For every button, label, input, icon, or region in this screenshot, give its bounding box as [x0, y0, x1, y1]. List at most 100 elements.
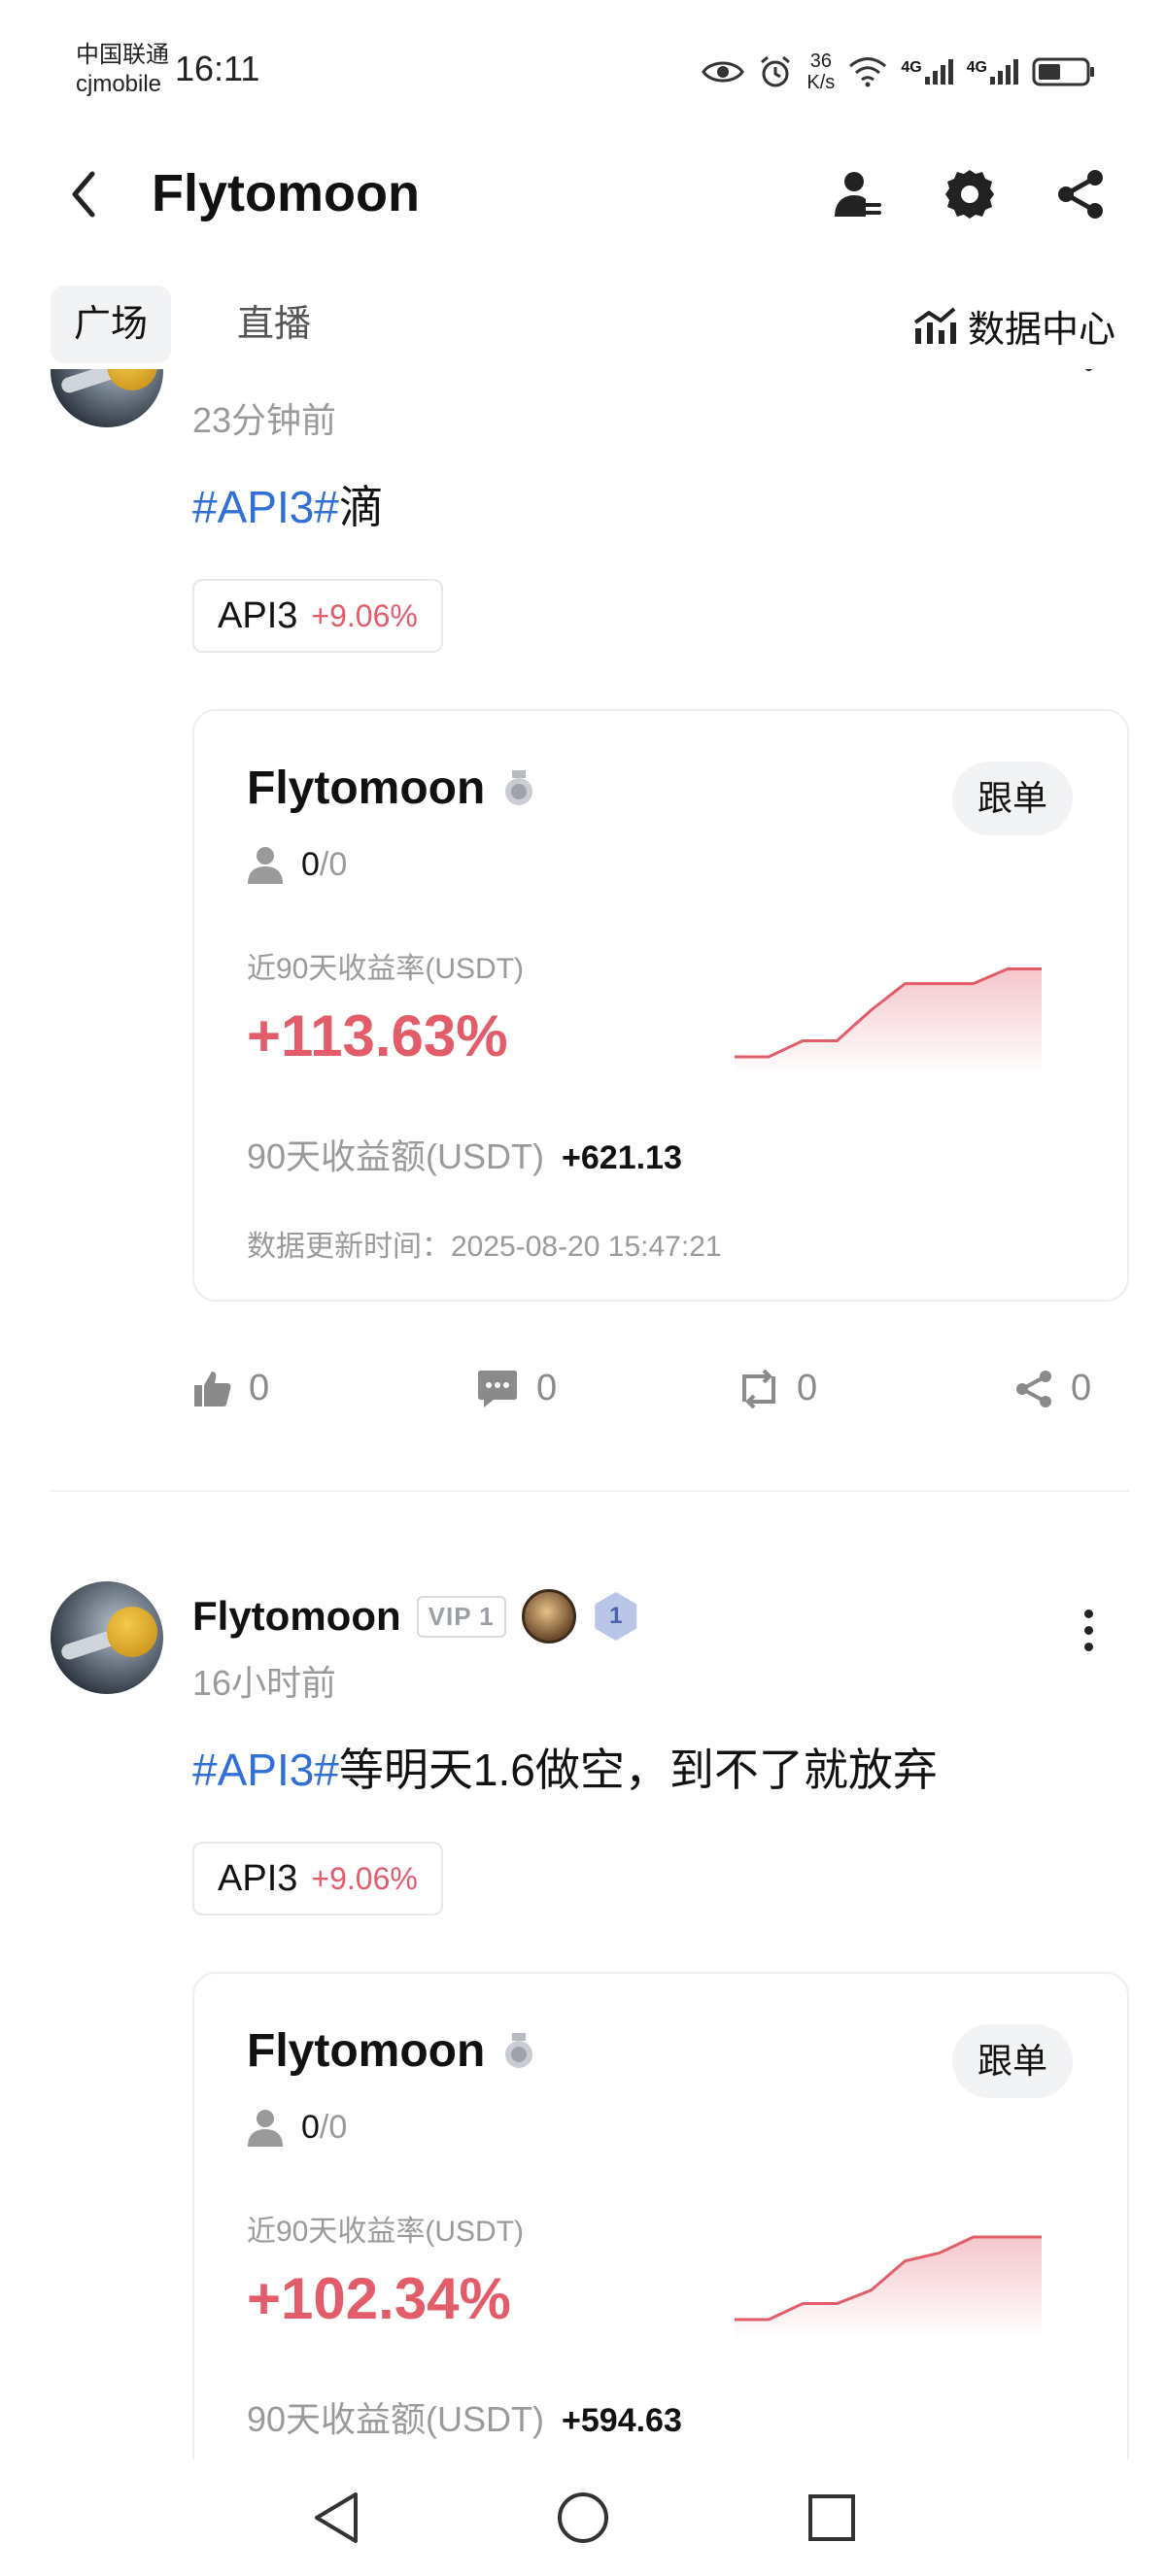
post-divider	[51, 1490, 1129, 1492]
user-manage-icon	[835, 172, 881, 217]
profit-amount-label: 90天收益额(USDT)	[247, 1136, 545, 1176]
avatar[interactable]	[51, 1581, 163, 1694]
tab-bar: 广场 直播 数据中心	[0, 282, 1166, 369]
copy-trade-card[interactable]: Flytomoon 跟单 0/0 近90天收益率(USDT) +113.63% …	[192, 709, 1129, 1302]
avatar[interactable]	[51, 369, 163, 427]
carrier-sub: cjmobile	[76, 71, 162, 97]
post-time: 16小时前	[192, 1663, 337, 1703]
person-icon	[248, 847, 283, 884]
wifi-icon	[849, 57, 887, 87]
hashtag-link[interactable]: #API3#	[192, 482, 339, 532]
update-time-label: 数据更新时间：	[247, 1231, 451, 1263]
username[interactable]: Flytomoon	[192, 1593, 401, 1640]
chart-icon	[913, 306, 956, 344]
return-rate-value: +113.63%	[247, 1003, 508, 1068]
followers-current: 0	[301, 845, 320, 883]
update-time-value: 2025-08-20 15:47:21	[451, 1231, 722, 1263]
carrier-label: 中国联通 cjmobile	[76, 41, 169, 99]
return-rate-label: 近90天收益率(USDT)	[247, 2216, 525, 2248]
signal-1-label: 4G	[901, 59, 922, 76]
profit-amount-value: +621.13	[562, 1139, 682, 1176]
post-text: 滴	[338, 482, 384, 532]
vip-badge: VIP 1	[416, 1595, 506, 1638]
signal-strength-2: 4G	[967, 59, 1018, 85]
hashtag-link[interactable]: #API3#	[192, 1745, 339, 1795]
thumbs-up-icon	[194, 1371, 231, 1407]
share-post-button[interactable]: 0	[1014, 1368, 1091, 1409]
trader-name-row: Flytomoon	[247, 2024, 535, 2078]
square-recents-icon	[808, 2494, 855, 2541]
level-badge: 1	[595, 1592, 637, 1641]
profit-amount-value: +594.63	[562, 2402, 682, 2439]
tab-square[interactable]: 广场	[51, 286, 172, 363]
user-manage-button[interactable]	[828, 163, 890, 225]
system-home-button[interactable]	[554, 2489, 612, 2547]
post-content: #API3#滴	[192, 472, 384, 536]
more-options-button[interactable]	[1069, 369, 1108, 379]
profit-sparkline	[735, 2235, 1042, 2339]
post-time: 23分钟前	[192, 400, 337, 440]
system-back-button[interactable]	[307, 2489, 365, 2547]
coin-symbol: API3	[218, 1857, 298, 1899]
triangle-back-icon	[315, 2492, 358, 2543]
followers-count: 0/0	[247, 2108, 347, 2147]
trader-name: Flytomoon	[247, 763, 486, 814]
status-icons: 36 K/s 4G 4G	[702, 51, 1096, 93]
comment-count: 0	[536, 1368, 558, 1408]
settings-button[interactable]	[939, 163, 1001, 225]
eye-icon	[702, 61, 745, 83]
data-center-button[interactable]: 数据中心	[913, 299, 1115, 353]
carrier-name: 中国联通	[76, 42, 169, 68]
feed: 23分钟前 #API3#滴 API3 +9.06% Flytomoon 跟单 0…	[0, 369, 1166, 2459]
share-count: 0	[1071, 1368, 1092, 1408]
page-title: Flytomoon	[152, 164, 420, 222]
back-button[interactable]	[54, 165, 113, 223]
followers-current: 0	[301, 2108, 320, 2146]
sparkline-area	[735, 2236, 1042, 2339]
like-count: 0	[249, 1368, 270, 1408]
follow-trade-button[interactable]: 跟单	[951, 2024, 1073, 2098]
circle-home-icon	[558, 2492, 608, 2543]
status-time: 16:11	[175, 49, 260, 88]
sparkline-area	[735, 968, 1042, 1076]
comment-button[interactable]: 0	[476, 1368, 557, 1409]
post-actions: 0 0 0 0	[192, 1368, 1131, 1426]
medal-icon	[505, 769, 533, 805]
coin-change: +9.06%	[311, 597, 418, 633]
copy-trade-card[interactable]: Flytomoon 跟单 0/0 近90天收益率(USDT) +102.34% …	[192, 1972, 1129, 2459]
medal-icon	[505, 2032, 533, 2068]
followers-count: 0/0	[247, 845, 347, 884]
follow-trade-button[interactable]: 跟单	[951, 762, 1073, 835]
comment-icon	[478, 1370, 517, 1407]
person-icon	[248, 2110, 283, 2147]
signal-2-label: 4G	[966, 59, 987, 76]
rank-badge-icon	[521, 1589, 576, 1644]
return-rate-value: +102.34%	[247, 2266, 511, 2331]
status-bar: 中国联通 cjmobile 16:11 36 K/s 4G 4G	[0, 0, 1166, 136]
net-speed-unit: K/s	[806, 72, 836, 93]
share-page-button[interactable]	[1049, 163, 1112, 225]
repost-button[interactable]: 0	[738, 1368, 817, 1409]
profit-amount-row: 90天收益额(USDT) +594.63	[247, 2391, 682, 2442]
post-content: #API3#等明天1.6做空，到不了就放弃	[192, 1735, 938, 1799]
gear-icon	[945, 170, 994, 219]
coin-tag[interactable]: API3 +9.06%	[192, 1842, 443, 1915]
more-options-button[interactable]	[1069, 1601, 1108, 1659]
data-center-label: 数据中心	[967, 310, 1115, 351]
return-rate-label: 近90天收益率(USDT)	[247, 953, 525, 985]
coin-tag[interactable]: API3 +9.06%	[192, 579, 443, 653]
post-author-row: Flytomoon VIP 1 1	[192, 1589, 640, 1644]
repost-icon	[742, 1369, 775, 1408]
repost-count: 0	[797, 1368, 818, 1408]
system-recents-button[interactable]	[803, 2489, 861, 2547]
signal-strength-1: 4G	[901, 59, 953, 85]
system-nav-bar	[0, 2459, 1166, 2576]
followers-max: /0	[319, 845, 348, 883]
profit-amount-row: 90天收益额(USDT) +621.13	[247, 1129, 682, 1179]
followers-max: /0	[319, 2108, 348, 2146]
alarm-icon	[761, 55, 791, 87]
post-text: 等明天1.6做空，到不了就放弃	[338, 1745, 938, 1795]
like-button[interactable]: 0	[192, 1368, 269, 1409]
coin-symbol: API3	[218, 594, 298, 636]
tab-live[interactable]: 直播	[214, 286, 334, 363]
